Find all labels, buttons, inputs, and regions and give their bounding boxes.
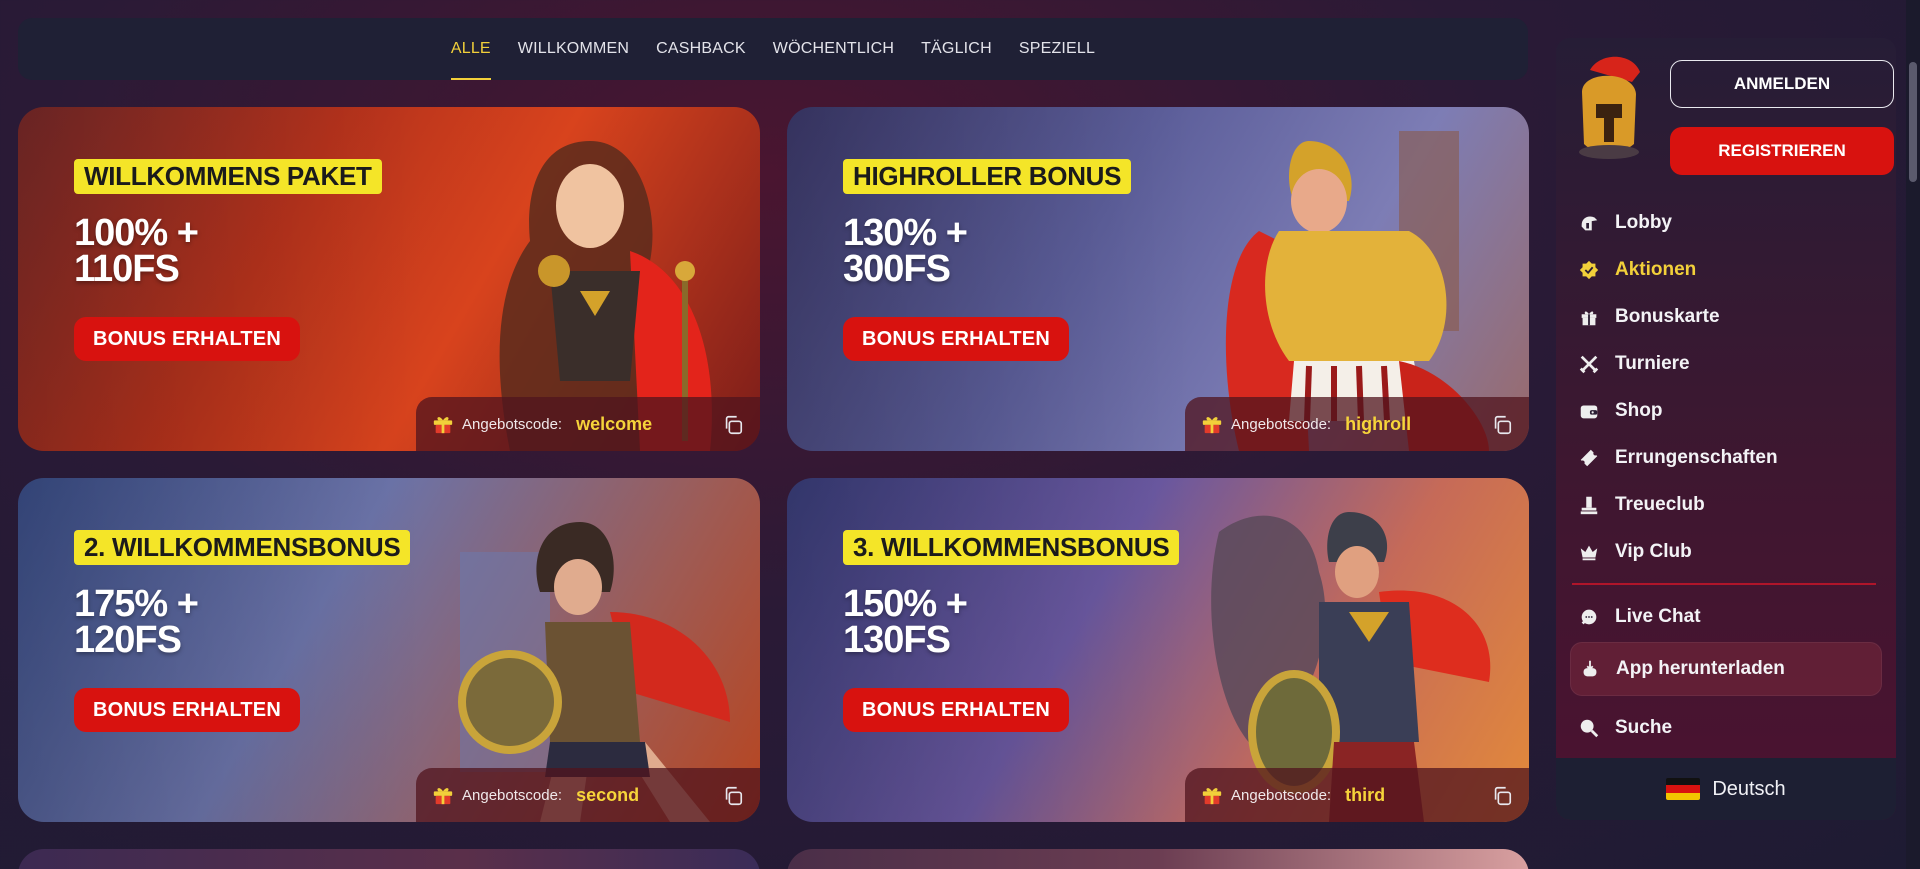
promo-code-value: second [576, 784, 640, 805]
crossed-swords-icon [1579, 355, 1599, 373]
copy-icon[interactable] [1491, 785, 1513, 807]
podium-icon [1580, 496, 1598, 514]
bonus-erhalten-button[interactable]: BONUS ERHALTEN [843, 317, 1069, 361]
sidebar-item-suche[interactable]: Suche [1570, 704, 1882, 751]
promo-category-tabs: ALLE WILLKOMMEN CASHBACK WÖCHENTLICH TÄG… [18, 18, 1528, 80]
card-amount: 175% + 120FS [74, 583, 199, 661]
language-label: Deutsch [1712, 777, 1786, 800]
promo-code-value: welcome [576, 413, 653, 434]
gift-icon [1581, 310, 1597, 325]
promo-code-bar: Angebotscode: third [1185, 768, 1529, 822]
promo-card-highroller-bonus: HIGHROLLER BONUS 130% + 300FS BONUS ERHA… [787, 107, 1529, 451]
german-flag-icon [1666, 778, 1701, 800]
anmelden-button[interactable]: ANMELDEN [1670, 60, 1894, 108]
bonus-erhalten-button[interactable]: BONUS ERHALTEN [74, 317, 300, 361]
promo-code-bar: Angebotscode: highroll [1185, 397, 1529, 451]
sidebar-item-errungenschaften[interactable]: Errungenschaften [1570, 434, 1882, 481]
copy-icon[interactable] [722, 785, 744, 807]
crown-icon [1580, 545, 1598, 560]
badge-icon [1579, 260, 1599, 279]
ticket-icon [1580, 449, 1598, 466]
wallet-icon [1580, 405, 1598, 418]
sidebar-item-treueclub[interactable]: Treueclub [1570, 481, 1882, 528]
sidebar: ANMELDEN REGISTRIEREN Lobby Aktionen Bon… [1556, 38, 1896, 820]
tab-alle[interactable]: ALLE [450, 18, 491, 80]
tab-speziell[interactable]: SPEZIELL [1019, 18, 1095, 80]
download-icon [1583, 660, 1597, 677]
sidebar-item-live-chat[interactable]: Live Chat [1570, 593, 1882, 640]
promo-code-value: third [1345, 784, 1386, 805]
sidebar-item-app-herunterladen[interactable]: App herunterladen [1570, 642, 1882, 696]
search-icon [1580, 719, 1599, 737]
tab-cashback[interactable]: CASHBACK [656, 18, 746, 80]
sidebar-item-vip-club[interactable]: Vip Club [1570, 528, 1882, 575]
sidebar-item-shop[interactable]: Shop [1570, 387, 1882, 434]
card-title: HIGHROLLER BONUS [843, 159, 1132, 194]
sidebar-item-turniere[interactable]: Turniere [1570, 340, 1882, 387]
card-title: 3. WILLKOMMENSBONUS [843, 530, 1180, 565]
promo-code-label: Angebotscode: [462, 786, 563, 804]
bonus-erhalten-button[interactable]: BONUS ERHALTEN [74, 688, 300, 732]
spartan-helmet-logo[interactable] [1570, 52, 1648, 162]
promo-card-3-willkommensbonus: 3. WILLKOMMENSBONUS 150% + 130FS BONUS E… [787, 478, 1529, 822]
card-title: 2. WILLKOMMENSBONUS [74, 530, 411, 565]
copy-icon[interactable] [1491, 414, 1513, 436]
card-title: WILLKOMMENS PAKET [74, 159, 382, 194]
sidebar-divider [1572, 583, 1876, 585]
language-selector[interactable]: Deutsch [1556, 758, 1896, 820]
registrieren-button[interactable]: REGISTRIEREN [1670, 127, 1894, 175]
sidebar-item-lobby[interactable]: Lobby [1570, 199, 1882, 246]
card-amount: 100% + 110FS [74, 212, 199, 290]
tab-woechentlich[interactable]: WÖCHENTLICH [773, 18, 894, 80]
spartan-helmet-icon [1581, 215, 1598, 230]
chat-icon [1581, 609, 1597, 624]
promo-card-partial [787, 849, 1529, 869]
sidebar-item-bonuskarte[interactable]: Bonuskarte [1570, 293, 1882, 340]
gift-icon [432, 784, 454, 806]
gift-icon [1201, 413, 1223, 435]
promo-code-bar: Angebotscode: welcome [416, 397, 760, 451]
promo-code-bar: Angebotscode: second [416, 768, 760, 822]
promo-card-2-willkommensbonus: 2. WILLKOMMENSBONUS 175% + 120FS BONUS E… [18, 478, 760, 822]
promo-code-value: highroll [1345, 413, 1412, 434]
promo-code-label: Angebotscode: [462, 415, 563, 433]
promo-code-label: Angebotscode: [1231, 786, 1332, 804]
tab-taeglich[interactable]: TÄGLICH [921, 18, 992, 80]
gift-icon [432, 413, 454, 435]
sidebar-menu: Lobby Aktionen Bonuskarte Turniere Shop … [1570, 199, 1882, 751]
copy-icon[interactable] [722, 414, 744, 436]
card-amount: 130% + 300FS [843, 212, 968, 290]
bonus-erhalten-button[interactable]: BONUS ERHALTEN [843, 688, 1069, 732]
gift-icon [1201, 784, 1223, 806]
sidebar-item-aktionen[interactable]: Aktionen [1570, 246, 1882, 293]
promo-card-partial [18, 849, 760, 869]
card-amount: 150% + 130FS [843, 583, 968, 661]
promo-code-label: Angebotscode: [1231, 415, 1332, 433]
tab-willkommen[interactable]: WILLKOMMEN [518, 18, 629, 80]
promo-card-willkommens-paket: WILLKOMMENS PAKET 100% + 110FS BONUS ERH… [18, 107, 760, 451]
scrollbar-thumb[interactable] [1909, 62, 1917, 182]
